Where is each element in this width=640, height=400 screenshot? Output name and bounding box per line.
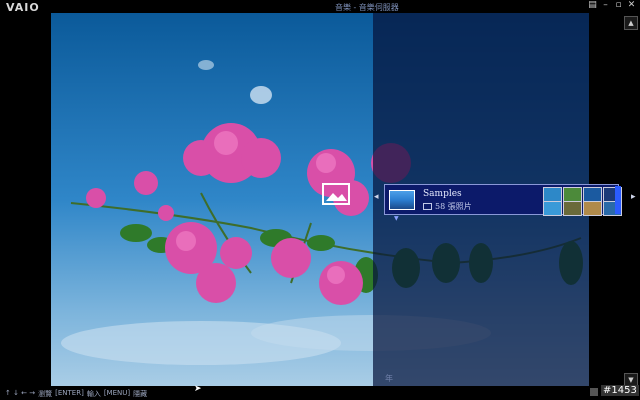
arrow-keys-icon: ↑ ↓ ← → [5,389,36,397]
enter-key: [ENTER] [55,389,84,397]
strip-right-arrow-icon[interactable]: ▸ [631,192,636,202]
mini-thumb-3[interactable] [583,187,602,202]
menu-key: [MENU] [103,389,131,397]
album-count: 58 張照片 [423,201,472,212]
arrow-keys-label: 瀏覽 [38,390,53,398]
vaio-logo: VAIO [6,1,40,14]
mini-thumb-5[interactable] [543,201,562,216]
ghost-label: 年 [385,374,393,383]
image-id-badge: #1453 [601,385,639,396]
strip-left-arrow-icon[interactable]: ◂ [374,192,379,202]
mini-thumb-2[interactable] [563,187,582,202]
mini-thumb-7[interactable] [583,201,602,216]
close-icon[interactable]: ✕ [627,0,636,10]
scroll-up-button[interactable]: ▲ [624,16,638,30]
minimize-icon[interactable]: – [601,0,610,10]
breadcrumb: 音樂 - 音樂伺服器 [335,3,399,12]
menu-window-icon[interactable]: ▤ [588,0,597,10]
album-strip: ◂ Samples 58 張照片 ▸ ▼ [374,182,640,222]
photo-count-icon [423,203,432,210]
enter-key-label: 輸入 [86,390,101,398]
mouse-cursor-icon: ➤ [194,384,202,394]
album-count-label: 58 張照片 [435,202,472,211]
mini-thumb-1[interactable] [543,187,562,202]
panel-toggle-icon[interactable] [590,388,598,396]
mini-thumb-6[interactable] [563,201,582,216]
help-bar: ↑ ↓ ← → 瀏覽 [ENTER] 輸入 [MENU] 隱藏 [5,389,147,399]
album-thumbnail [389,190,415,210]
window-controls: ▤ – ▫ ✕ [588,0,636,10]
album-item[interactable]: Samples 58 張照片 [384,184,622,216]
menu-key-label: 隱藏 [133,390,148,398]
pointer-down-icon: ▼ [394,215,399,222]
photo-category-icon [322,183,350,205]
album-title: Samples [423,189,462,199]
restore-icon[interactable]: ▫ [614,0,623,10]
selection-highlight [615,186,621,214]
